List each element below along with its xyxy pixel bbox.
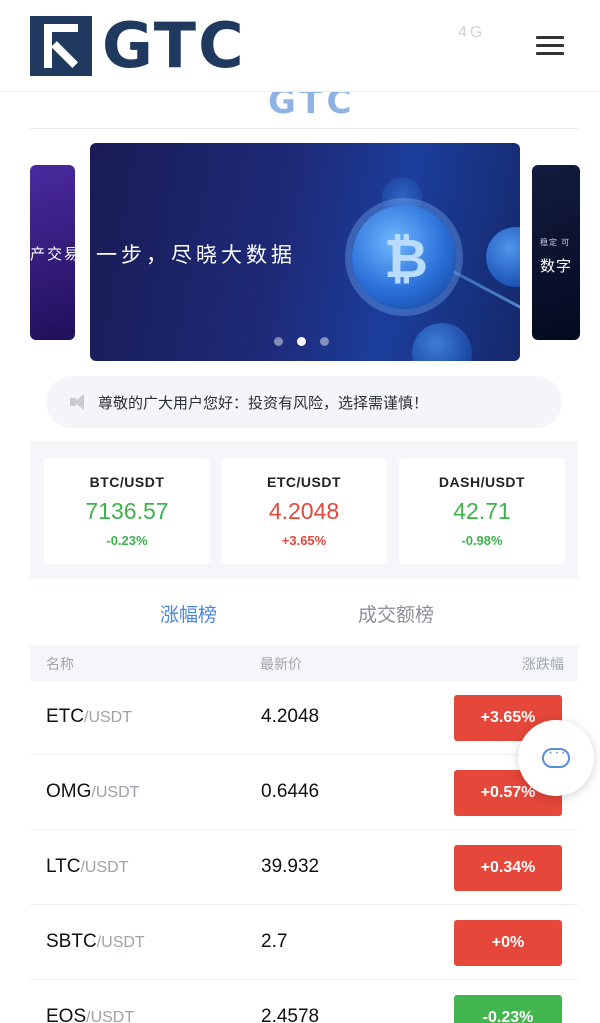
last-price: 39.932	[261, 856, 320, 877]
ranking-tabs: 涨幅榜 成交额榜	[30, 584, 578, 644]
pair-name: SBTC/USDT	[46, 931, 145, 952]
carousel-dot[interactable]	[320, 337, 329, 346]
ticker-pair: DASH/USDT	[438, 474, 526, 490]
coin-icon	[412, 323, 472, 361]
pair-name: ETC/USDT	[46, 706, 132, 727]
banner-carousel[interactable]: ₿ 一步，尽晓大数据	[90, 143, 520, 361]
customer-service-button[interactable]	[518, 720, 594, 796]
customer-service-icon	[542, 744, 570, 768]
ticker-section: BTC/USDT 7136.57 -0.23% ETC/USDT 4.2048 …	[30, 441, 578, 579]
change-badge: +0.34%	[454, 845, 562, 891]
banner-headline: 一步，尽晓大数据	[96, 243, 296, 267]
ticker-pair: BTC/USDT	[89, 474, 165, 490]
logo-mark-icon	[30, 16, 92, 76]
tab-gainers[interactable]: 涨幅榜	[160, 600, 217, 627]
risk-notice[interactable]: 尊敬的广大用户您好：投资有风险，选择需谨慎！	[46, 376, 562, 428]
ticker-change: +3.65%	[281, 533, 327, 548]
list-header: 名称 最新价 涨跌幅	[30, 645, 578, 681]
banner-next-slide[interactable]: 稳定 可 数字	[532, 165, 580, 340]
column-header-change: 涨跌幅	[522, 657, 564, 673]
banner-prev-slide[interactable]: 产交易	[30, 165, 75, 340]
hamburger-menu-icon[interactable]	[536, 36, 564, 58]
banner-next-text: 数字	[540, 258, 573, 275]
coin-icon	[486, 227, 520, 287]
app-header: GTC 4G	[0, 0, 600, 92]
speaker-icon	[70, 394, 90, 410]
ticker-price: 4.2048	[268, 498, 340, 524]
change-badge: +0%	[454, 920, 562, 966]
market-row[interactable]: SBTC/USDT 2.7 +0%	[30, 906, 578, 980]
market-row[interactable]: LTC/USDT 39.932 +0.34%	[30, 831, 578, 905]
banner-next-small-text: 稳定 可	[540, 238, 571, 247]
title-divider	[30, 128, 578, 129]
ticker-card-dash[interactable]: DASH/USDT 42.71 -0.98%	[399, 458, 565, 564]
column-header-name: 名称	[46, 657, 74, 673]
ticker-change: -0.98%	[461, 533, 503, 548]
market-row[interactable]: ETC/USDT 4.2048 +3.65%	[30, 681, 578, 755]
market-row[interactable]: OMG/USDT 0.6446 +0.57%	[30, 756, 578, 830]
ticker-pair: ETC/USDT	[267, 474, 341, 490]
logo-text: GTC	[102, 9, 246, 82]
last-price: 2.7	[261, 931, 288, 952]
faint-status-text: 4G	[458, 24, 486, 41]
pair-name: EOS/USDT	[46, 1006, 135, 1023]
carousel-dot-active[interactable]	[297, 337, 306, 346]
change-badge: -0.23%	[454, 995, 562, 1023]
ticker-card-btc[interactable]: BTC/USDT 7136.57 -0.23%	[44, 458, 210, 564]
last-price: 4.2048	[261, 706, 320, 727]
bitcoin-icon: ₿	[352, 205, 456, 309]
ticker-card-etc[interactable]: ETC/USDT 4.2048 +3.65%	[221, 458, 387, 564]
pair-name: LTC/USDT	[46, 856, 129, 877]
ticker-price: 7136.57	[85, 498, 169, 524]
gtc-logo[interactable]: GTC	[30, 9, 246, 82]
ticker-price: 42.71	[453, 498, 511, 524]
pair-name: OMG/USDT	[46, 781, 140, 802]
ticker-change: -0.23%	[106, 533, 148, 548]
column-header-price: 最新价	[260, 657, 302, 673]
carousel-indicator	[274, 337, 329, 346]
last-price: 2.4578	[261, 1006, 320, 1023]
tab-volume[interactable]: 成交额榜	[358, 600, 434, 627]
banner-prev-text: 产交易	[30, 246, 75, 263]
market-row[interactable]: EOS/USDT 2.4578 -0.23%	[30, 981, 578, 1023]
carousel-dot[interactable]	[274, 337, 283, 346]
last-price: 0.6446	[261, 781, 320, 802]
notice-text: 尊敬的广大用户您好：投资有风险，选择需谨慎！	[98, 393, 429, 412]
